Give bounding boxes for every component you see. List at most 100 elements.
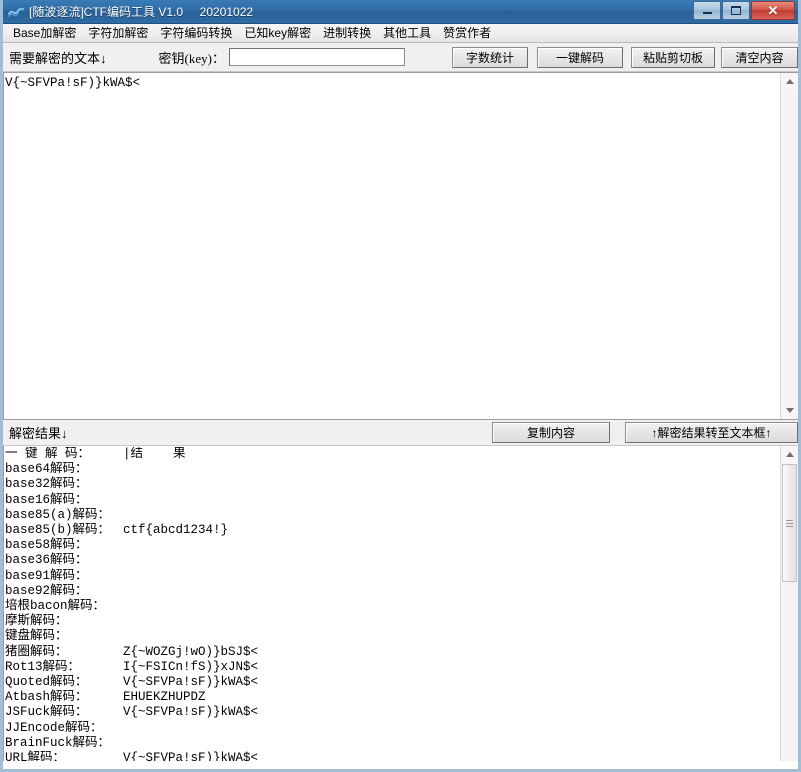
result-row-key: base36解码： xyxy=(5,553,88,568)
result-row-value: V{~SFVPa!sF)}kWA$< xyxy=(123,675,259,690)
result-row-key: base32解码： xyxy=(5,477,88,492)
result-row-key: base85(a)解码： xyxy=(5,507,111,522)
result-label: 解密结果↓ xyxy=(9,426,68,441)
result-row: URL解码： V{~SFVPa!sF)}kWA$< xyxy=(5,751,779,761)
result-row-key: JJEncode解码： xyxy=(5,720,103,735)
result-row: Rot13解码： I{~FSICn!fS)}xJN$< xyxy=(5,660,779,675)
result-row: 培根bacon解码： xyxy=(5,599,779,614)
one-click-decode-button[interactable]: 一键解码 xyxy=(537,46,623,68)
close-icon: ✕ xyxy=(767,3,779,18)
maximize-icon xyxy=(731,6,741,15)
result-list-pane[interactable]: 一 键 解 码： |结 果 base64解码： base32解码： base16解码： b… xyxy=(3,446,798,761)
menu-item-known-key[interactable]: 已知key解密 xyxy=(238,23,317,43)
result-row: Quoted解码： V{~SFVPa!sF)}kWA$< xyxy=(5,675,779,690)
input-toolbar: 需要解密的文本↓ 密钥(key)： 字数统计 一键解码 粘贴剪切板 清空内容 xyxy=(3,43,798,72)
result-row: BrainFuck解码： xyxy=(5,736,779,751)
result-row: base85(a)解码： xyxy=(5,508,779,523)
result-header-row: 一 键 解 码： |结 果 xyxy=(5,447,779,462)
input-vertical-scrollbar[interactable] xyxy=(780,73,798,419)
result-row-key: JSFuck解码： xyxy=(5,705,88,720)
menu-item-donate[interactable]: 赞赏作者 xyxy=(437,23,497,43)
input-prompt-label: 需要解密的文本↓ xyxy=(9,50,107,66)
result-to-textbox-button[interactable]: ↑解密结果转至文本框↑ xyxy=(625,422,798,443)
result-row-value xyxy=(123,721,779,736)
result-row-key: BrainFuck解码： xyxy=(5,735,111,750)
result-row: base32解码： xyxy=(5,477,779,492)
result-row-value xyxy=(123,493,779,508)
close-button[interactable]: ✕ xyxy=(751,1,795,20)
result-toolbar: 解密结果↓ 复制内容 ↑解密结果转至文本框↑ xyxy=(3,419,798,446)
result-row-key: base92解码： xyxy=(5,583,88,598)
result-row-value: Z{~WOZGj!wO)}bSJ$< xyxy=(123,644,259,659)
result-row-key: 键盘解码： xyxy=(5,629,68,644)
result-row-value: |结 果 xyxy=(123,447,186,461)
application-window: [随波逐流]CTF编码工具 V1.0 20201022 ✕ Base加解密 字符… xyxy=(0,0,801,772)
result-row: base85(b)解码： ctf{abcd1234!} xyxy=(5,523,779,538)
result-row: JJEncode解码： xyxy=(5,721,779,736)
result-row: JSFuck解码： V{~SFVPa!sF)}kWA$< xyxy=(5,705,779,720)
result-row-key: base16解码： xyxy=(5,492,88,507)
key-input[interactable] xyxy=(228,48,405,66)
result-row-value: V{~SFVPa!sF)}kWA$< xyxy=(123,751,259,761)
result-vertical-scrollbar[interactable] xyxy=(780,446,798,761)
result-row-value: EHUEKZHUPDZ xyxy=(123,690,206,705)
result-row-key: Rot13解码： xyxy=(5,659,81,674)
result-row-value: ctf{abcd1234!} xyxy=(123,523,229,538)
result-row-value: V{~SFVPa!sF)}kWA$< xyxy=(123,705,259,720)
word-count-button[interactable]: 字数统计 xyxy=(452,46,528,68)
result-row-key: 摩斯解码： xyxy=(5,614,68,629)
input-textarea-content[interactable]: V{~SFVPa!sF)}kWA$< xyxy=(5,76,779,419)
menu-item-char-encode[interactable]: 字符编码转换 xyxy=(154,23,238,43)
menu-item-base[interactable]: Base加解密 xyxy=(7,23,82,43)
key-label: 密钥(key)： xyxy=(158,50,225,66)
result-row: base36解码： xyxy=(5,553,779,568)
result-row-value: I{~FSICn!fS)}xJN$< xyxy=(123,659,259,674)
result-row: 摩斯解码： xyxy=(5,614,779,629)
input-textarea-pane[interactable]: V{~SFVPa!sF)}kWA$< xyxy=(3,72,798,419)
scroll-down-icon[interactable] xyxy=(781,402,798,419)
menu-bar: Base加解密 字符加解密 字符编码转换 已知key解密 进制转换 其他工具 赞… xyxy=(3,24,798,43)
scrollbar-thumb[interactable] xyxy=(782,464,797,582)
result-row-value xyxy=(123,584,779,599)
window-title: [随波逐流]CTF编码工具 V1.0 20201022 xyxy=(29,5,254,19)
result-row: base91解码： xyxy=(5,569,779,584)
result-row: base16解码： xyxy=(5,493,779,508)
result-row: base64解码： xyxy=(5,462,779,477)
result-row-value xyxy=(123,569,779,584)
result-row: 猪圈解码： Z{~WOZGj!wO)}bSJ$< xyxy=(5,645,779,660)
menu-item-other-tools[interactable]: 其他工具 xyxy=(377,23,437,43)
result-rows: 一 键 解 码： |结 果 base64解码： base32解码： base16解码： b… xyxy=(5,447,779,761)
menu-item-radix[interactable]: 进制转换 xyxy=(317,23,377,43)
result-row: 键盘解码： xyxy=(5,629,779,644)
result-row-key: 猪圈解码： xyxy=(5,644,68,659)
result-row-value xyxy=(123,462,779,477)
result-row-value xyxy=(123,477,779,492)
clear-content-button[interactable]: 清空内容 xyxy=(721,46,798,68)
result-row-value xyxy=(123,599,779,614)
result-row-key: URL解码： xyxy=(5,751,66,761)
window-controls: ✕ xyxy=(692,1,795,20)
result-row-key: base85(b)解码： xyxy=(5,523,111,538)
menu-item-char-crypt[interactable]: 字符加解密 xyxy=(82,23,154,43)
result-row: Atbash解码： EHUEKZHUPDZ xyxy=(5,690,779,705)
app-wave-icon xyxy=(8,4,24,20)
result-row-value xyxy=(123,629,779,644)
minimize-icon xyxy=(702,12,712,14)
result-row-key: 培根bacon解码： xyxy=(5,599,106,614)
title-bar: [随波逐流]CTF编码工具 V1.0 20201022 ✕ xyxy=(3,0,798,24)
result-row-key: base91解码： xyxy=(5,568,88,583)
result-row-key: base58解码： xyxy=(5,538,88,553)
result-row-value xyxy=(123,553,779,568)
minimize-button[interactable] xyxy=(693,1,721,20)
result-row: base58解码： xyxy=(5,538,779,553)
result-row-value xyxy=(123,538,779,553)
result-row-value xyxy=(123,614,779,629)
scroll-up-icon[interactable] xyxy=(781,446,798,463)
result-row-key: base64解码： xyxy=(5,462,88,477)
paste-clipboard-button[interactable]: 粘贴剪切板 xyxy=(631,46,715,68)
scrollbar-grip-icon xyxy=(786,518,793,529)
scroll-up-icon[interactable] xyxy=(781,73,798,90)
copy-content-button[interactable]: 复制内容 xyxy=(492,422,610,443)
maximize-button[interactable] xyxy=(722,1,750,20)
result-row-value xyxy=(123,736,779,751)
